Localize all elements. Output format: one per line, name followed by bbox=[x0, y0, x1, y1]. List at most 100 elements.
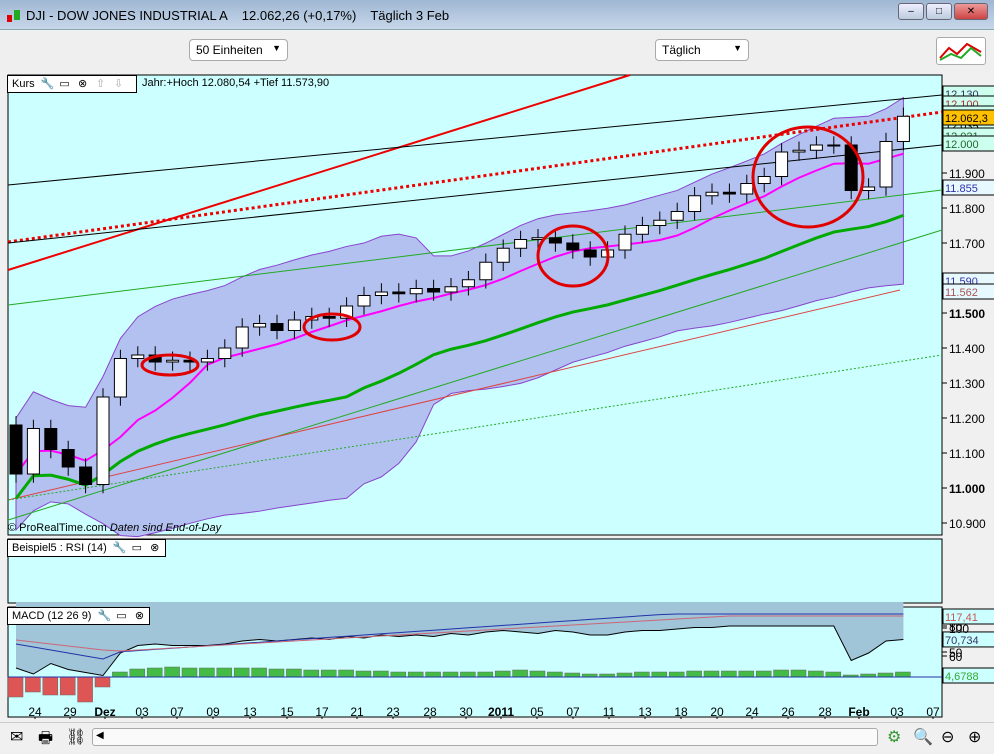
macd-histogram-bar bbox=[442, 671, 459, 678]
macd-histogram-bar bbox=[42, 676, 59, 696]
macd-histogram-bar bbox=[164, 666, 180, 678]
x-tick-label: 28 bbox=[423, 705, 437, 719]
candle bbox=[270, 323, 284, 331]
candle bbox=[670, 211, 684, 221]
macd-histogram-bar bbox=[181, 667, 198, 678]
macd-histogram-bar bbox=[773, 669, 789, 678]
maximize-button[interactable]: □ bbox=[926, 3, 952, 20]
y-tick-label: 11.800 bbox=[949, 202, 985, 216]
settings-icon[interactable]: ⚙ bbox=[887, 727, 901, 747]
x-tick-label: 26 bbox=[781, 705, 795, 719]
band-badge: 11.562 bbox=[945, 287, 978, 299]
candle bbox=[44, 428, 58, 450]
minimize-button[interactable]: – bbox=[898, 3, 924, 20]
candle bbox=[200, 358, 214, 363]
candle bbox=[688, 195, 702, 212]
candle bbox=[740, 183, 754, 195]
macd-value-badge: 117,41 bbox=[945, 612, 978, 624]
candle bbox=[618, 233, 632, 251]
candle bbox=[392, 291, 406, 295]
wrench-icon[interactable]: 🔧 bbox=[113, 542, 127, 554]
x-tick-label: Dez bbox=[94, 705, 115, 719]
chart-svg[interactable]: 11.900 11.800 11.700 11.500 11.400 11.300 11.2… bbox=[6, 74, 994, 734]
macd-histogram-bar bbox=[77, 676, 93, 703]
candle bbox=[827, 144, 841, 147]
macd-panel-label: MACD (12 26 9) bbox=[12, 610, 92, 622]
bottom-bar: ✉ 🖶 ⛓ ◀ ⚙ 🔍 ⊖ ⊕ bbox=[0, 722, 994, 751]
print-icon[interactable]: 🖶 bbox=[38, 727, 53, 754]
macd-histogram-bar bbox=[721, 670, 737, 678]
macd-histogram-bar bbox=[564, 672, 581, 678]
candle bbox=[635, 225, 649, 235]
mail-icon[interactable]: ✉ bbox=[10, 727, 23, 747]
instrument-title: DJI - DOW JONES INDUSTRIAL A bbox=[26, 8, 228, 23]
macd-histogram-bar bbox=[651, 671, 668, 678]
arrow-up-icon[interactable]: ⇧ bbox=[95, 78, 107, 90]
macd-signal-badge: 4,6788 bbox=[945, 671, 979, 683]
y-tick-label: 11.300 bbox=[949, 377, 985, 391]
x-tick-label: 24 bbox=[745, 705, 759, 719]
x-tick-label: 30 bbox=[459, 705, 473, 719]
macd-histogram-bar bbox=[146, 667, 163, 678]
candle bbox=[548, 237, 562, 244]
macd-histogram-bar bbox=[112, 671, 128, 678]
close-circle-icon[interactable]: ⊗ bbox=[149, 542, 161, 554]
scroll-left-icon[interactable]: ◀ bbox=[96, 730, 104, 741]
horizontal-scrollbar[interactable]: ◀ bbox=[92, 728, 878, 746]
candle bbox=[427, 288, 441, 293]
x-tick-label: 24 bbox=[28, 705, 42, 719]
x-tick-label: 20 bbox=[710, 705, 724, 719]
units-select[interactable]: 50 Einheiten ▼ bbox=[189, 39, 288, 61]
arrow-down-icon[interactable]: ⇩ bbox=[113, 78, 125, 90]
zoom-fit-icon[interactable]: 🔍 bbox=[913, 727, 933, 747]
x-tick-label: 29 bbox=[63, 705, 77, 719]
chart-area[interactable]: 11.900 11.800 11.700 11.500 11.400 11.300 11.2… bbox=[6, 74, 994, 719]
zoom-out-icon[interactable]: ⊖ bbox=[941, 727, 954, 747]
macd-histogram-bar bbox=[216, 667, 233, 678]
candle bbox=[896, 115, 910, 142]
macd-histogram-bar bbox=[286, 668, 302, 678]
interval-select[interactable]: Täglich ▼ bbox=[655, 39, 749, 61]
macd-histogram-bar bbox=[94, 676, 111, 688]
macd-histogram-bar bbox=[634, 671, 650, 678]
candle bbox=[9, 424, 23, 475]
close-circle-icon[interactable]: ⊗ bbox=[77, 78, 89, 90]
macd-histogram-bar bbox=[703, 670, 720, 678]
units-value: 50 Einheiten bbox=[196, 43, 263, 57]
candle bbox=[26, 428, 40, 475]
rsi-panel-label: Beispiel5 : RSI (14) bbox=[12, 542, 107, 554]
x-tick-label: 07 bbox=[926, 705, 940, 719]
candle bbox=[253, 323, 267, 328]
macd-histogram-bar bbox=[686, 670, 702, 678]
close-circle-icon[interactable]: ⊗ bbox=[133, 610, 145, 622]
y-tick-label: 10.900 bbox=[949, 517, 986, 531]
candle bbox=[61, 449, 75, 468]
candle bbox=[705, 191, 719, 197]
wrench-icon[interactable]: 🔧 bbox=[41, 78, 55, 90]
macd-panel-header: MACD (12 26 9) 🔧 ▭ ⊗ bbox=[7, 607, 151, 625]
macd-histogram-bar bbox=[303, 669, 320, 678]
candle bbox=[583, 249, 597, 258]
macd-histogram-bar bbox=[390, 671, 407, 678]
current-price-badge: 12.062,3 bbox=[945, 113, 988, 125]
macd-histogram-bar bbox=[877, 672, 894, 678]
macd-histogram-bar bbox=[355, 670, 372, 678]
candle bbox=[79, 466, 93, 485]
window-icon[interactable]: ▭ bbox=[115, 610, 127, 622]
candle bbox=[722, 191, 736, 195]
candle bbox=[792, 149, 806, 153]
window-icon[interactable]: ▭ bbox=[131, 542, 143, 554]
candle bbox=[514, 239, 528, 249]
macd-histogram-bar bbox=[268, 668, 285, 678]
date-label: 3 Feb bbox=[415, 8, 450, 23]
indicator-chart-icon[interactable] bbox=[936, 37, 986, 65]
link-icon[interactable]: ⛓ bbox=[66, 727, 86, 747]
window-icon[interactable]: ▭ bbox=[59, 78, 71, 90]
close-button[interactable]: ✕ bbox=[954, 3, 988, 20]
candle bbox=[479, 261, 493, 281]
macd-histogram-bar bbox=[529, 670, 546, 678]
zoom-in-icon[interactable]: ⊕ bbox=[968, 727, 981, 747]
candle bbox=[113, 358, 127, 398]
macd-histogram-bar bbox=[547, 671, 563, 678]
wrench-icon[interactable]: 🔧 bbox=[97, 610, 111, 622]
